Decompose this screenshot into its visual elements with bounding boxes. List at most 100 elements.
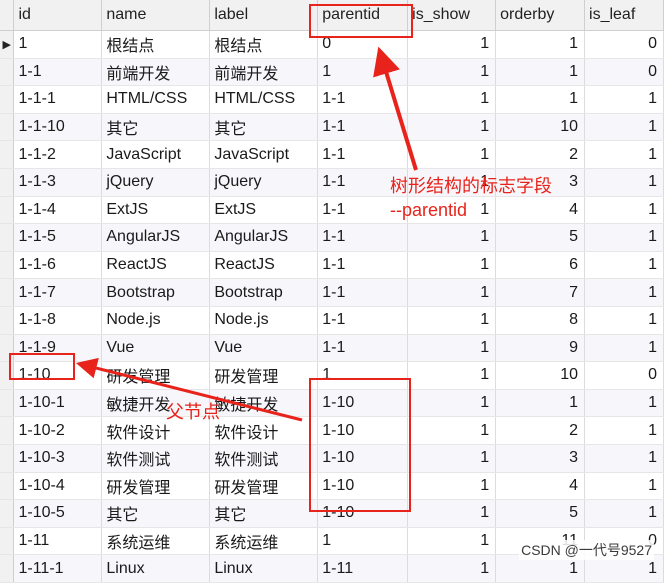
cell-is-leaf[interactable]: 1 xyxy=(584,306,664,335)
row-gutter[interactable] xyxy=(0,196,15,225)
cell-id[interactable]: 1-1-6 xyxy=(13,251,103,280)
cell-is-leaf[interactable]: 1 xyxy=(584,416,664,445)
cell-orderby[interactable]: 1 xyxy=(495,389,586,418)
cell-parentid[interactable]: 1-1 xyxy=(317,223,409,252)
cell-is-leaf[interactable]: 1 xyxy=(584,168,664,197)
cell-orderby[interactable]: 4 xyxy=(495,196,586,225)
cell-name[interactable]: jQuery xyxy=(101,168,211,197)
column-header-is-show[interactable]: is_show xyxy=(407,0,497,31)
cell-is-leaf[interactable]: 0 xyxy=(584,58,664,87)
cell-name[interactable]: 根结点 xyxy=(101,30,211,59)
cell-is-leaf[interactable]: 1 xyxy=(584,444,664,473)
cell-is-leaf[interactable]: 1 xyxy=(584,472,664,501)
cell-name[interactable]: Bootstrap xyxy=(101,278,211,307)
cell-is-show[interactable]: 1 xyxy=(407,472,497,501)
cell-is-leaf[interactable]: 1 xyxy=(584,113,664,142)
cell-name[interactable]: Node.js xyxy=(101,306,211,335)
cell-parentid[interactable]: 1-1 xyxy=(317,251,409,280)
row-gutter[interactable] xyxy=(0,278,15,307)
cell-orderby[interactable]: 3 xyxy=(495,444,586,473)
row-gutter[interactable] xyxy=(0,58,15,87)
cell-label[interactable]: jQuery xyxy=(209,168,319,197)
cell-label[interactable]: Node.js xyxy=(209,306,319,335)
cell-id[interactable]: 1-10-1 xyxy=(13,389,103,418)
row-gutter[interactable] xyxy=(0,223,15,252)
cell-id[interactable]: 1-1-10 xyxy=(13,113,103,142)
cell-id[interactable]: 1-11 xyxy=(13,527,103,556)
table-row[interactable]: 1-1 前端开发 前端开发 1 1 1 0 xyxy=(0,58,664,87)
cell-is-show[interactable]: 1 xyxy=(407,389,497,418)
cell-parentid[interactable]: 1-1 xyxy=(317,278,409,307)
row-gutter[interactable] xyxy=(0,140,15,169)
cell-name[interactable]: 研发管理 xyxy=(101,361,211,390)
cell-orderby[interactable]: 9 xyxy=(495,334,586,363)
cell-is-show[interactable]: 1 xyxy=(407,223,497,252)
cell-parentid[interactable]: 1 xyxy=(317,527,409,556)
cell-is-leaf[interactable]: 1 xyxy=(584,251,664,280)
cell-is-show[interactable]: 1 xyxy=(407,334,497,363)
cell-is-show[interactable]: 1 xyxy=(407,30,497,59)
cell-name[interactable]: HTML/CSS xyxy=(101,85,211,114)
cell-id[interactable]: 1-10-5 xyxy=(13,499,103,528)
cell-id[interactable]: 1-1-9 xyxy=(13,334,103,363)
cell-name[interactable]: 前端开发 xyxy=(101,58,211,87)
row-gutter[interactable] xyxy=(0,334,15,363)
cell-id[interactable]: 1-1-4 xyxy=(13,196,103,225)
cell-orderby[interactable]: 10 xyxy=(495,113,586,142)
current-row-marker-icon[interactable]: ▶ xyxy=(0,30,15,59)
cell-label[interactable]: 敏捷开发 xyxy=(209,389,319,418)
cell-is-leaf[interactable]: 1 xyxy=(584,140,664,169)
row-gutter[interactable] xyxy=(0,306,15,335)
table-row[interactable]: 1-10-2 软件设计 软件设计 1-10 1 2 1 xyxy=(0,416,664,445)
cell-orderby[interactable]: 1 xyxy=(495,58,586,87)
cell-name[interactable]: Linux xyxy=(101,554,211,583)
table-row[interactable]: 1-1-1 HTML/CSS HTML/CSS 1-1 1 1 1 xyxy=(0,85,664,114)
table-row[interactable]: 1-1-8 Node.js Node.js 1-1 1 8 1 xyxy=(0,306,664,335)
cell-id[interactable]: 1-10 xyxy=(13,361,103,390)
cell-is-show[interactable]: 1 xyxy=(407,140,497,169)
cell-is-leaf[interactable]: 1 xyxy=(584,499,664,528)
cell-orderby[interactable]: 5 xyxy=(495,499,586,528)
cell-is-show[interactable]: 1 xyxy=(407,444,497,473)
cell-label[interactable]: AngularJS xyxy=(209,223,319,252)
cell-label[interactable]: Linux xyxy=(209,554,319,583)
cell-orderby[interactable]: 4 xyxy=(495,472,586,501)
cell-parentid[interactable]: 1-10 xyxy=(317,444,409,473)
table-row[interactable]: 1-1-7 Bootstrap Bootstrap 1-1 1 7 1 xyxy=(0,278,664,307)
cell-parentid[interactable]: 1-10 xyxy=(317,416,409,445)
table-row[interactable]: ▶ 1 根结点 根结点 0 1 1 0 xyxy=(0,30,664,59)
cell-name[interactable]: ExtJS xyxy=(101,196,211,225)
cell-is-leaf[interactable]: 0 xyxy=(584,361,664,390)
table-row[interactable]: 1-1-5 AngularJS AngularJS 1-1 1 5 1 xyxy=(0,223,664,252)
table-row[interactable]: 1-10 研发管理 研发管理 1 1 10 0 xyxy=(0,361,664,390)
cell-label[interactable]: HTML/CSS xyxy=(209,85,319,114)
row-gutter[interactable] xyxy=(0,499,15,528)
cell-is-show[interactable]: 1 xyxy=(407,306,497,335)
cell-label[interactable]: Bootstrap xyxy=(209,278,319,307)
row-gutter[interactable] xyxy=(0,472,15,501)
table-row[interactable]: 1-10-1 敏捷开发 敏捷开发 1-10 1 1 1 xyxy=(0,389,664,418)
cell-parentid[interactable]: 1-1 xyxy=(317,306,409,335)
table-row[interactable]: 1-1-10 其它 其它 1-1 1 10 1 xyxy=(0,113,664,142)
cell-id[interactable]: 1 xyxy=(13,30,103,59)
cell-orderby[interactable]: 2 xyxy=(495,416,586,445)
cell-orderby[interactable]: 8 xyxy=(495,306,586,335)
column-header-parentid[interactable]: parentid xyxy=(317,0,409,31)
cell-label[interactable]: 软件测试 xyxy=(209,444,319,473)
row-gutter[interactable] xyxy=(0,85,15,114)
cell-id[interactable]: 1-1-5 xyxy=(13,223,103,252)
column-header-is-leaf[interactable]: is_leaf xyxy=(584,0,664,31)
row-gutter[interactable] xyxy=(0,361,15,390)
row-gutter[interactable] xyxy=(0,251,15,280)
cell-parentid[interactable]: 1-1 xyxy=(317,85,409,114)
cell-id[interactable]: 1-1-3 xyxy=(13,168,103,197)
table-row[interactable]: 1-1-2 JavaScript JavaScript 1-1 1 2 1 xyxy=(0,140,664,169)
cell-name[interactable]: 其它 xyxy=(101,499,211,528)
column-header-label[interactable]: label xyxy=(209,0,319,31)
cell-name[interactable]: 其它 xyxy=(101,113,211,142)
cell-label[interactable]: 软件设计 xyxy=(209,416,319,445)
cell-label[interactable]: ReactJS xyxy=(209,251,319,280)
cell-is-show[interactable]: 1 xyxy=(407,527,497,556)
cell-name[interactable]: 研发管理 xyxy=(101,472,211,501)
cell-orderby[interactable]: 10 xyxy=(495,361,586,390)
